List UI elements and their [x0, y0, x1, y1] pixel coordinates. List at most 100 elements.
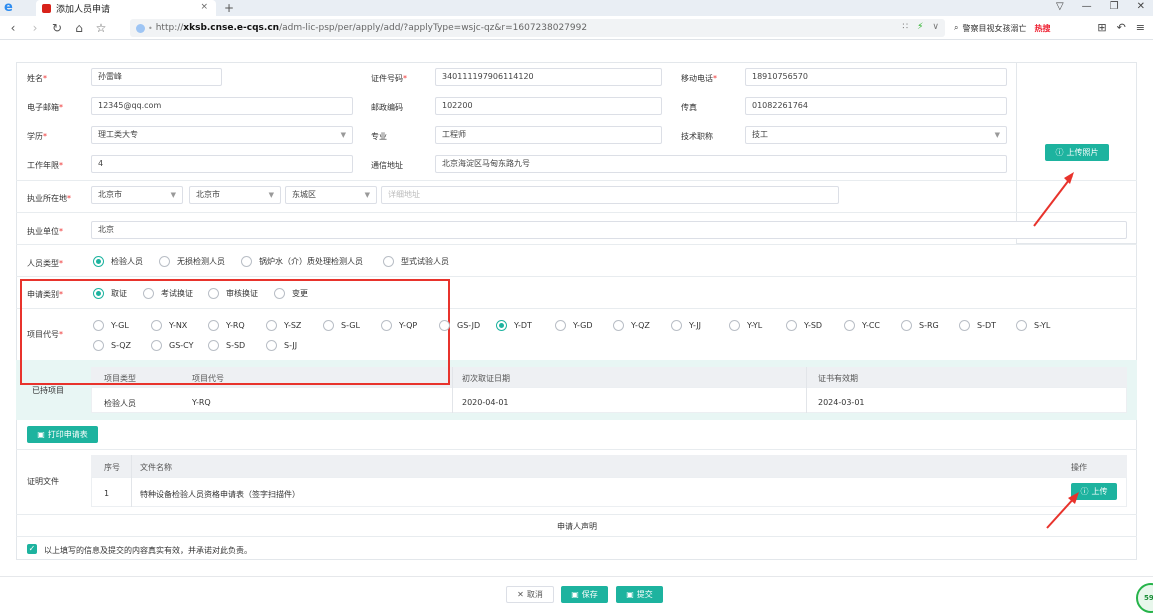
project-code-option-y-qp[interactable]: Y-QP: [381, 320, 417, 331]
reload-icon[interactable]: ↻: [46, 21, 68, 35]
project-code-option-y-sd[interactable]: Y-SD: [786, 320, 822, 331]
browser-logo-icon[interactable]: e: [4, 1, 20, 15]
radio-icon: [151, 340, 162, 351]
work-years-input[interactable]: 4: [91, 155, 353, 173]
header-file-name: 文件名称: [140, 463, 172, 472]
save-button[interactable]: ▣ 保存: [561, 586, 608, 603]
project-code-option-y-sz[interactable]: Y-SZ: [266, 320, 301, 331]
radio-icon: [208, 320, 219, 331]
education-select[interactable]: 理工类大专 ▼: [91, 126, 353, 144]
submit-button[interactable]: ▣ 提交: [616, 586, 663, 603]
radio-icon: [381, 320, 392, 331]
person-type-option-water[interactable]: 锅炉水（介）质处理检测人员: [241, 256, 363, 267]
new-tab-icon[interactable]: +: [224, 1, 234, 15]
address-dropdown-icon[interactable]: ∨: [932, 22, 939, 32]
row-divider: [16, 244, 1137, 245]
minimize-icon[interactable]: —: [1082, 1, 1092, 12]
back-icon[interactable]: ‹: [2, 21, 24, 35]
mobile-input[interactable]: 18910756570: [745, 68, 1007, 86]
person-type-option-type-test[interactable]: 型式试验人员: [383, 256, 449, 267]
project-code-option-s-dt[interactable]: S-DT: [959, 320, 996, 331]
radio-icon: [555, 320, 566, 331]
radio-icon: [93, 340, 104, 351]
chevron-down-icon: ▼: [994, 131, 1000, 139]
project-code-option-gs-jd[interactable]: GS-JD: [439, 320, 480, 331]
id-number-input[interactable]: 340111197906114120: [435, 68, 662, 86]
menu-icon[interactable]: ≡: [1136, 21, 1145, 34]
home-icon[interactable]: ⌂: [68, 21, 90, 35]
compat-mode-icon[interactable]: ∷: [902, 22, 908, 32]
forward-icon[interactable]: ›: [24, 21, 46, 35]
radio-icon: [208, 340, 219, 351]
fax-input[interactable]: 01082261764: [745, 97, 1007, 115]
project-code-option-y-gl[interactable]: Y-GL: [93, 320, 129, 331]
project-code-option-s-sd[interactable]: S-SD: [208, 340, 245, 351]
project-code-text: S-GL: [341, 321, 360, 330]
print-application-button[interactable]: ▣ 打印申请表: [27, 426, 98, 443]
browser-search-box[interactable]: ⌕ 警察目视女孩溺亡 热搜: [950, 19, 1080, 37]
project-code-option-s-yl[interactable]: S-YL: [1016, 320, 1050, 331]
employer-label: 执业单位*: [27, 227, 63, 236]
project-code-option-y-gd[interactable]: Y-GD: [555, 320, 592, 331]
email-input[interactable]: 12345@qq.com: [91, 97, 353, 115]
undo-icon[interactable]: ↶: [1117, 21, 1126, 34]
project-code-option-y-qz[interactable]: Y-QZ: [613, 320, 650, 331]
postcode-input[interactable]: 102200: [435, 97, 662, 115]
speed-mode-icon[interactable]: ⚡: [917, 22, 923, 32]
declaration-checkbox[interactable]: ✓: [27, 544, 37, 554]
close-window-icon[interactable]: ✕: [1137, 1, 1145, 12]
row-divider: [16, 276, 1137, 277]
radio-icon: [241, 256, 252, 267]
browser-nav-bar: ‹ › ↻ ⌂ ☆ • http://xksb.cnse.e-cqs.cn/ad…: [0, 16, 1153, 40]
major-input[interactable]: 工程师: [435, 126, 662, 144]
apps-grid-icon[interactable]: ⊞: [1097, 21, 1106, 34]
security-shield-icon: [136, 23, 145, 33]
radio-selected-icon: [93, 256, 104, 267]
name-input[interactable]: 孙雷峰: [91, 68, 222, 86]
upload-photo-button[interactable]: ⓘ 上传照片: [1045, 144, 1109, 161]
bookmark-star-icon[interactable]: ☆: [90, 21, 112, 35]
detail-address-input[interactable]: 详细地址: [381, 186, 839, 204]
project-code-option-s-jj[interactable]: S-JJ: [266, 340, 297, 351]
title-select[interactable]: 技工 ▼: [745, 126, 1007, 144]
person-type-option-ndt[interactable]: 无损检测人员: [159, 256, 225, 267]
project-code-option-y-cc[interactable]: Y-CC: [844, 320, 880, 331]
project-code-option-s-qz[interactable]: S-QZ: [93, 340, 131, 351]
project-code-option-y-dt[interactable]: Y-DT: [496, 320, 532, 331]
row-divider: [16, 536, 1137, 537]
project-code-text: Y-GD: [573, 321, 593, 330]
cancel-button[interactable]: ✕ 取消: [506, 586, 554, 603]
radio-icon: [729, 320, 740, 331]
project-code-option-y-yl[interactable]: Y-YL: [729, 320, 762, 331]
radio-icon: [1016, 320, 1027, 331]
project-code-option-gs-cy[interactable]: GS-CY: [151, 340, 194, 351]
project-code-option-y-nx[interactable]: Y-NX: [151, 320, 187, 331]
address-bar[interactable]: • http://xksb.cnse.e-cqs.cn/adm-lic-psp/…: [130, 19, 945, 37]
window-menu-icon[interactable]: ▽: [1056, 1, 1064, 12]
province-select[interactable]: 北京市 ▼: [91, 186, 183, 204]
url-protocol: http://: [155, 23, 184, 33]
chevron-down-icon: ▼: [340, 131, 346, 139]
person-type-option-inspector[interactable]: 检验人员: [93, 256, 143, 267]
browser-tab-bar: e 添加人员申请 × + ▽ — ❐ ✕: [0, 0, 1153, 16]
employer-input[interactable]: 北京: [91, 221, 1127, 239]
restore-icon[interactable]: ❐: [1110, 1, 1119, 12]
address-input[interactable]: 北京海淀区马甸东路九号: [435, 155, 1007, 173]
tab-close-icon[interactable]: ×: [200, 2, 208, 12]
corner-badge[interactable]: 59: [1136, 583, 1153, 613]
radio-icon: [439, 320, 450, 331]
project-code-option-y-rq[interactable]: Y-RQ: [208, 320, 245, 331]
district-select[interactable]: 东城区 ▼: [285, 186, 377, 204]
browser-tab[interactable]: 添加人员申请 ×: [36, 0, 216, 16]
project-code-option-s-rg[interactable]: S-RG: [901, 320, 939, 331]
row-divider: [16, 514, 1137, 515]
radio-icon: [786, 320, 797, 331]
city-select[interactable]: 北京市 ▼: [189, 186, 281, 204]
annotation-arrow-photo: [1033, 172, 1074, 227]
project-code-option-s-gl[interactable]: S-GL: [323, 320, 360, 331]
header-action: 操作: [1071, 463, 1087, 472]
form-page: 姓名* 孙雷峰 证件号码* 340111197906114120 移动电话* 1…: [0, 40, 1153, 606]
site-info-icon[interactable]: •: [148, 24, 153, 33]
radio-icon: [901, 320, 912, 331]
project-code-option-y-jj[interactable]: Y-JJ: [671, 320, 701, 331]
